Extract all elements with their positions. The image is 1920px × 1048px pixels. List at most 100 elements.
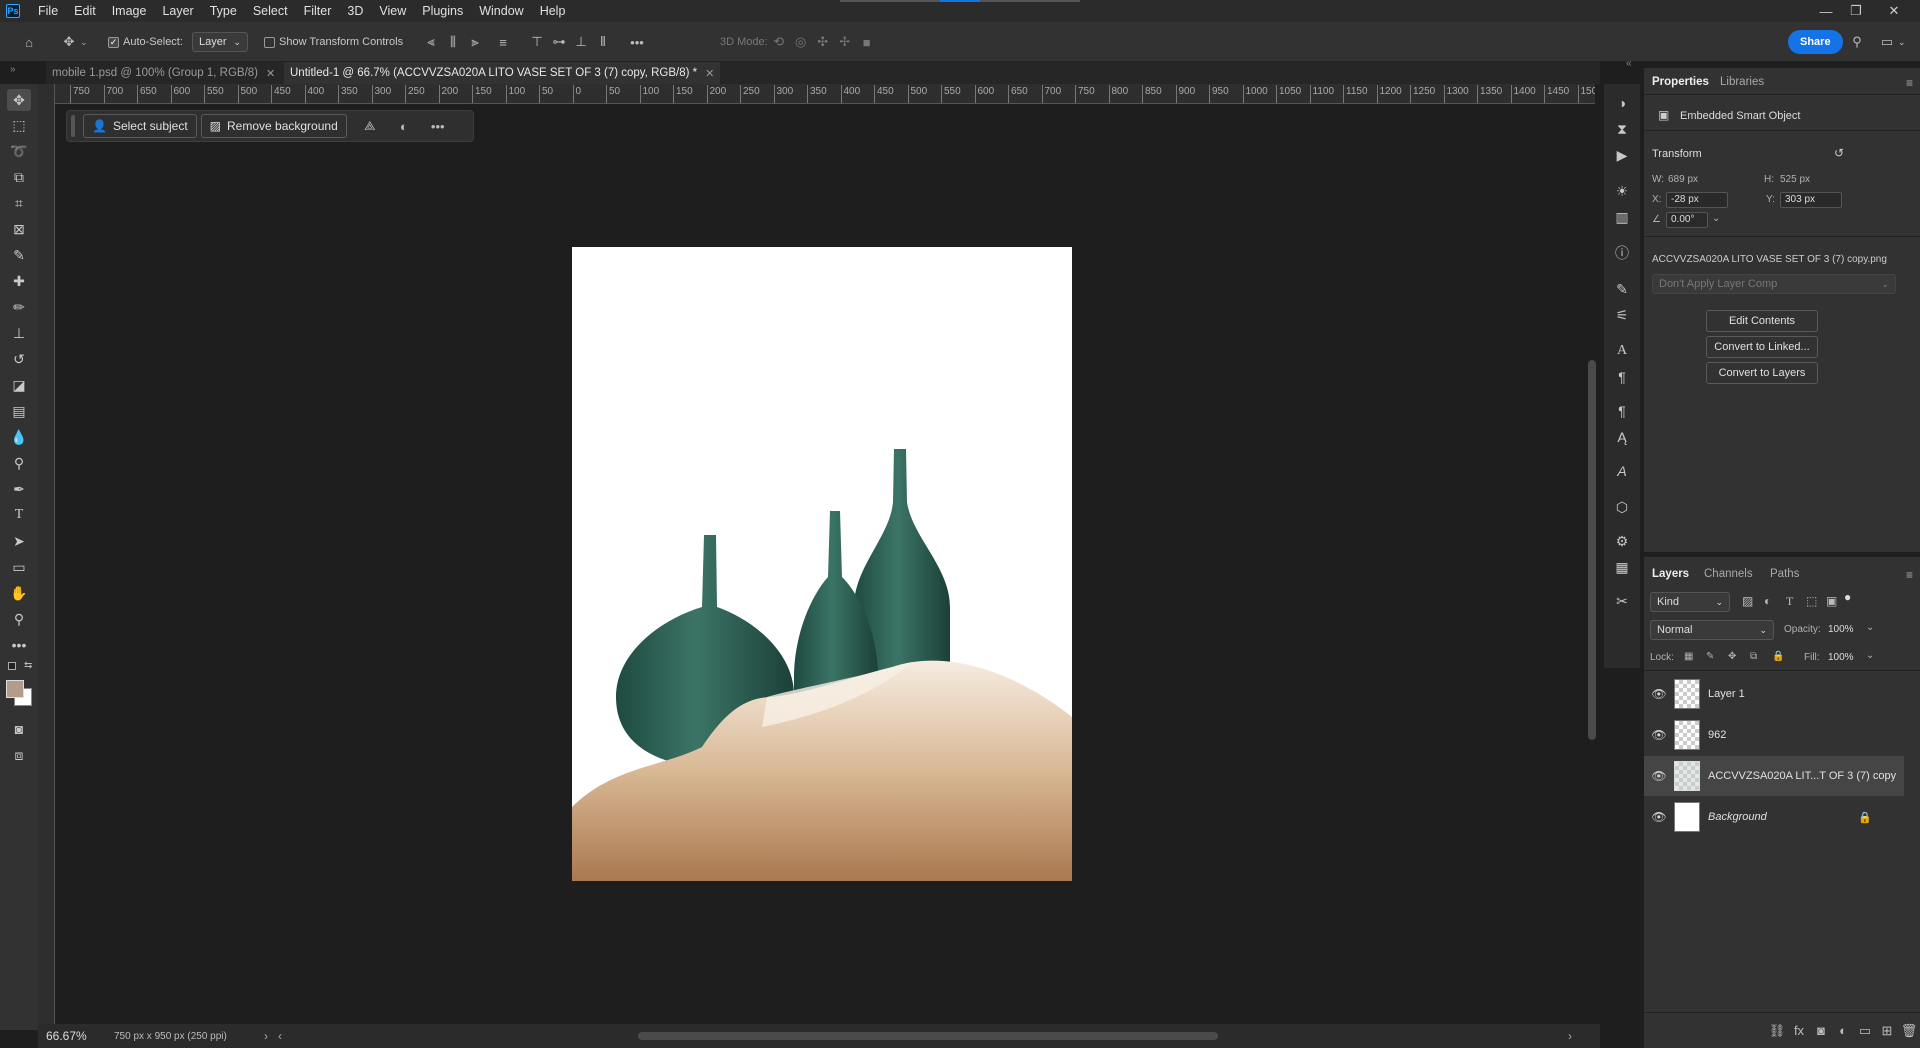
lock-position-icon[interactable]: ✥ — [1728, 651, 1736, 662]
filter-toggle-icon[interactable]: ● — [1844, 590, 1851, 604]
roll-3d-icon[interactable]: ◎ — [790, 31, 812, 53]
collapse-toolbar-icon[interactable]: » — [10, 64, 16, 75]
zoom-level[interactable]: 66.67% — [46, 1029, 104, 1043]
tab-channels[interactable]: Channels — [1704, 568, 1753, 580]
pen-tool-icon[interactable]: ✒ — [7, 478, 31, 500]
adjustments-panel-icon[interactable]: ☀ — [1610, 180, 1634, 202]
actions-panel-icon[interactable]: ▶ — [1610, 144, 1634, 166]
reset-transform-icon[interactable]: ↺ — [1834, 146, 1844, 160]
color-panel-icon[interactable]: ◑ — [1610, 92, 1634, 114]
x-position-field[interactable]: -28 px — [1666, 192, 1728, 208]
history-brush-tool-icon[interactable]: ↺ — [7, 348, 31, 370]
menu-edit[interactable]: Edit — [66, 0, 104, 22]
opacity-value[interactable]: 100% — [1828, 624, 1854, 635]
eyedropper-tool-icon[interactable]: ✎ — [7, 244, 31, 266]
quick-mask-icon[interactable]: ◙ — [7, 718, 31, 740]
auto-select-target-dropdown[interactable]: Layer ⌄ — [192, 32, 248, 52]
lock-icon[interactable]: 🔒 — [1858, 811, 1872, 824]
share-button[interactable]: Share — [1788, 30, 1843, 54]
convert-to-layers-button[interactable]: Convert to Layers — [1706, 362, 1818, 384]
lock-artboard-icon[interactable]: ⧉ — [1750, 651, 1757, 662]
collapse-strip-icon[interactable]: « — [1626, 58, 1632, 69]
adjustment-icon[interactable]: ◐ — [393, 115, 415, 137]
screen-mode-icon[interactable]: ⧈ — [7, 744, 31, 766]
layer-row[interactable]: 👁 962 — [1644, 715, 1904, 755]
layer-comp-dropdown[interactable]: Don't Apply Layer Comp ⌄ — [1652, 274, 1896, 294]
tab-untitled-1[interactable]: Untitled-1 @ 66.7% (ACCVVZSA020A LITO VA… — [284, 62, 721, 84]
properties-panel-icon[interactable]: ⚙ — [1610, 530, 1634, 552]
blur-tool-icon[interactable]: 💧 — [7, 426, 31, 448]
add-mask-icon[interactable]: ◙ — [1810, 1020, 1832, 1042]
history-panel-icon[interactable]: ⧗ — [1610, 118, 1634, 140]
hand-tool-icon[interactable]: ✋ — [7, 582, 31, 604]
eraser-tool-icon[interactable]: ◪ — [7, 374, 31, 396]
marquee-tool-icon[interactable]: ⬚ — [7, 114, 31, 136]
menu-plugins[interactable]: Plugins — [414, 0, 471, 22]
filter-pixel-icon[interactable]: ▨ — [1742, 594, 1753, 608]
width-value[interactable]: 689 px — [1668, 174, 1698, 185]
tab-libraries[interactable]: Libraries — [1720, 76, 1764, 88]
search-icon[interactable]: ⚲ — [1846, 31, 1868, 53]
align-middle-icon[interactable]: ⊶ — [548, 31, 570, 53]
lock-all-icon[interactable]: 🔒 — [1772, 651, 1784, 662]
foreground-color-swatch[interactable] — [6, 680, 24, 698]
angle-field[interactable]: 0.00° — [1666, 212, 1708, 228]
distribute-icon[interactable]: ≡ — [492, 31, 514, 53]
zoom-tool-icon[interactable]: ⚲ — [7, 608, 31, 630]
restore-icon[interactable]: ❐ — [1842, 0, 1870, 22]
filter-type-icon[interactable]: T — [1786, 594, 1793, 609]
glyphs-panel-icon[interactable]: A — [1610, 460, 1634, 482]
edit-contents-button[interactable]: Edit Contents — [1706, 310, 1818, 332]
horizontal-scrollbar[interactable] — [638, 1032, 1218, 1040]
clone-stamp-tool-icon[interactable]: ⊥ — [7, 322, 31, 344]
tab-mobile-1[interactable]: mobile 1.psd @ 100% (Group 1, RGB/8) ✕ — [46, 62, 281, 84]
layer-row[interactable]: 👁 ACCVVZSA020A LIT...T OF 3 (7) copy — [1644, 756, 1904, 796]
fill-value[interactable]: 100% — [1828, 652, 1854, 663]
move-tool-icon[interactable]: ✥ — [7, 89, 31, 111]
rectangle-tool-icon[interactable]: ▭ — [7, 556, 31, 578]
align-right-icon[interactable]: ⫸ — [464, 31, 486, 53]
type-tool-icon[interactable]: T — [7, 504, 31, 526]
home-icon[interactable]: ⌂ — [18, 31, 40, 53]
close-icon[interactable]: ✕ — [1880, 0, 1908, 22]
tab-layers[interactable]: Layers — [1652, 568, 1689, 580]
pan-3d-icon[interactable]: ✣ — [812, 31, 834, 53]
chevron-down-icon[interactable]: ⌄ — [1866, 622, 1874, 633]
brush-tool-icon[interactable]: ✏ — [7, 296, 31, 318]
swap-colors-icon[interactable]: ⇆ — [24, 660, 32, 671]
visibility-eye-icon[interactable]: 👁 — [1644, 687, 1674, 701]
more-options-icon[interactable]: ••• — [626, 31, 648, 53]
healing-brush-tool-icon[interactable]: ✚ — [7, 270, 31, 292]
info-panel-icon[interactable]: ⓘ — [1610, 242, 1634, 264]
frame-tool-icon[interactable]: ⊠ — [7, 218, 31, 240]
drag-handle[interactable] — [71, 115, 75, 137]
height-value[interactable]: 525 px — [1780, 174, 1810, 185]
crop-tool-icon[interactable]: ⌗ — [7, 192, 31, 214]
character-styles-panel-icon[interactable]: Ą — [1610, 426, 1634, 448]
brush-settings-panel-icon[interactable]: ⚟ — [1610, 304, 1634, 326]
gradient-tool-icon[interactable]: ▤ — [7, 400, 31, 422]
default-colors-icon[interactable] — [8, 662, 16, 670]
layer-row[interactable]: 👁 Layer 1 — [1644, 674, 1904, 714]
menu-select[interactable]: Select — [245, 0, 296, 22]
close-icon[interactable]: ✕ — [266, 67, 275, 80]
menu-window[interactable]: Window — [471, 0, 531, 22]
filter-adjustment-icon[interactable]: ◐ — [1764, 594, 1771, 608]
transform-icon[interactable]: ⟁ — [359, 115, 381, 137]
show-transform-checkbox[interactable] — [264, 36, 275, 48]
menu-layer[interactable]: Layer — [154, 0, 201, 22]
object-selection-tool-icon[interactable]: ⧉ — [7, 166, 31, 188]
chevron-down-icon[interactable]: ⌄ — [1898, 37, 1906, 48]
link-layers-icon[interactable]: ⛓ — [1766, 1020, 1788, 1042]
menu-help[interactable]: Help — [532, 0, 574, 22]
lasso-tool-icon[interactable]: ➰ — [7, 140, 31, 162]
new-layer-icon[interactable]: ⊞ — [1876, 1020, 1898, 1042]
more-options-icon[interactable]: ••• — [427, 115, 449, 137]
camera-3d-icon[interactable]: ■ — [856, 31, 878, 53]
chevron-right-icon[interactable]: › — [1568, 1029, 1572, 1043]
filter-smart-object-icon[interactable]: ▣ — [1826, 594, 1837, 608]
y-position-field[interactable]: 303 px — [1780, 192, 1842, 208]
distribute-vertical-icon[interactable]: ⫴ — [592, 31, 614, 53]
lock-image-icon[interactable]: ✎ — [1706, 651, 1714, 662]
close-icon[interactable]: ✕ — [705, 67, 714, 80]
